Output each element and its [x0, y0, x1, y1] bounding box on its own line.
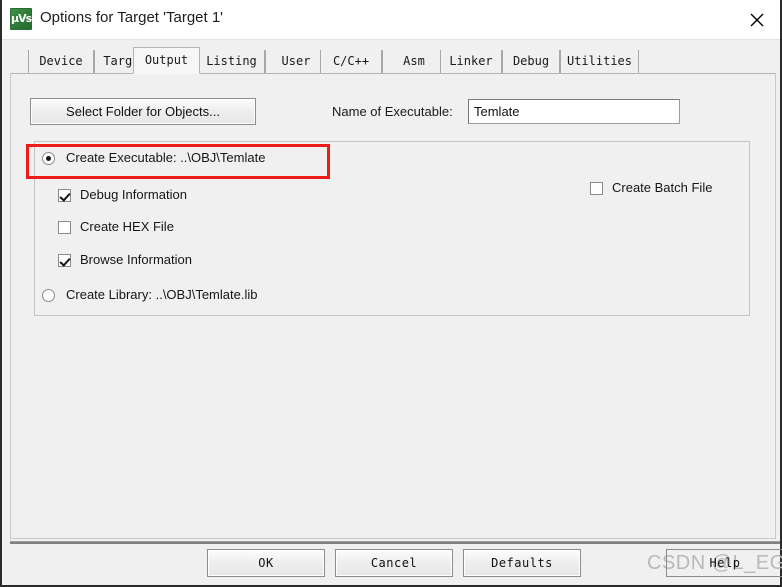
ok-button[interactable]: OK: [207, 549, 325, 577]
tab-user[interactable]: User: [265, 50, 327, 73]
create-hex-file-checkbox[interactable]: [58, 221, 71, 234]
select-folder-for-objects-button[interactable]: Select Folder for Objects...: [30, 98, 256, 125]
tab-asm[interactable]: Asm: [382, 50, 446, 73]
create-executable-label: Create Executable: ..\OBJ\Temlate: [66, 150, 266, 165]
tab-linker[interactable]: Linker: [440, 50, 502, 73]
help-button[interactable]: Help: [666, 549, 782, 577]
close-icon[interactable]: [734, 0, 780, 39]
tab-debug[interactable]: Debug: [502, 50, 560, 73]
name-of-executable-label: Name of Executable:: [332, 104, 453, 119]
tab-strip: Device Target Output Listing User C/C++ …: [10, 47, 776, 74]
create-executable-radio[interactable]: [42, 152, 55, 165]
debug-information-label: Debug Information: [80, 187, 187, 202]
create-hex-file-label: Create HEX File: [80, 219, 174, 234]
tab-utilities[interactable]: Utilities: [560, 50, 639, 73]
tab-cpp[interactable]: C/C++: [320, 50, 382, 73]
create-library-radio[interactable]: [42, 289, 55, 302]
footer-divider: [10, 541, 780, 544]
close-icon-svg: [750, 13, 764, 27]
tab-output[interactable]: Output: [133, 47, 200, 74]
name-of-executable-input[interactable]: [468, 99, 680, 124]
uvision-icon: µVs: [10, 8, 32, 30]
browse-information-checkbox[interactable]: [58, 254, 71, 267]
debug-information-checkbox[interactable]: [58, 189, 71, 202]
title-bar: µVs Options for Target 'Target 1': [2, 0, 780, 40]
options-dialog: µVs Options for Target 'Target 1' Device…: [0, 0, 782, 587]
create-batch-file-checkbox[interactable]: [590, 182, 603, 195]
create-library-label: Create Library: ..\OBJ\Temlate.lib: [66, 287, 258, 302]
cancel-button[interactable]: Cancel: [335, 549, 453, 577]
create-batch-file-label: Create Batch File: [612, 180, 713, 195]
defaults-button[interactable]: Defaults: [463, 549, 581, 577]
tab-device[interactable]: Device: [28, 50, 94, 73]
tab-listing[interactable]: Listing: [198, 50, 265, 73]
page-title: Options for Target 'Target 1': [40, 9, 224, 26]
browse-information-label: Browse Information: [80, 252, 192, 267]
uvision-icon-glyph: µVs: [11, 12, 32, 25]
